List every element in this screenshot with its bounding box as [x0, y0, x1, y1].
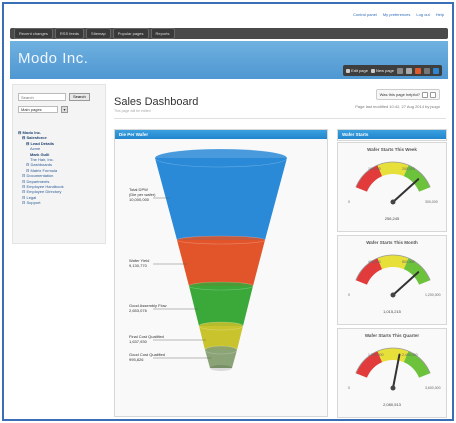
funnel-stage-label: Total DPW (Die per wafer) 10,000,000	[129, 187, 155, 202]
helpful-label: Was this page helpful?	[379, 92, 420, 97]
funnel-band-top	[188, 281, 254, 291]
thumbs-down-button[interactable]	[430, 91, 436, 98]
gauge-tick-label: 800,000	[402, 260, 415, 264]
logout-link[interactable]: Log out	[416, 12, 429, 17]
control-panel-link[interactable]: Control panel	[353, 12, 377, 17]
gauge-dial	[355, 161, 431, 216]
new-page-label: New page	[375, 68, 394, 73]
gauge-value: 2,080,513	[383, 402, 401, 407]
thumbs-up-button[interactable]	[422, 91, 428, 98]
funnel-stage-label: Wafer Yield 9,130,770	[129, 258, 149, 268]
funnel-stage[interactable]	[153, 345, 238, 371]
search-button[interactable]: Search	[69, 93, 90, 101]
gauge-value: 1,015,215	[383, 309, 401, 314]
new-page-button[interactable]: New page	[370, 68, 394, 73]
funnel-chart	[153, 148, 288, 371]
sidebar: Search Main pages ▾ ⊟ Modo Inc.⊟ Salesfo…	[12, 84, 106, 244]
funnel-stage-value: 9,130,770	[129, 263, 147, 268]
gauge-min-label: 0	[348, 200, 350, 204]
tag-icon[interactable]	[424, 67, 430, 74]
page-icon	[370, 68, 375, 73]
page-filter-select[interactable]: Main pages	[18, 106, 58, 113]
gauge-card: Wafer Starts This Month 0 400,000 800,000 1,…	[337, 235, 447, 325]
funnel-stage[interactable]	[153, 281, 254, 329]
edit-page-label: Edit page	[351, 68, 368, 73]
funnel-stage-label: Good Assembly Flow 2,653,076	[129, 303, 167, 313]
gauge-tick-label: 100,000	[368, 167, 381, 171]
search-input[interactable]	[18, 93, 66, 101]
last-modified: Page last modified 10:42, 27 Aug 2014 by…	[355, 104, 440, 109]
funnel-stage-value: 2,653,076	[129, 308, 147, 313]
nav-reports[interactable]: Reports	[150, 28, 175, 39]
gauge-tick-label: 2,400,000	[402, 353, 418, 357]
funnel-stage[interactable]	[153, 148, 288, 243]
preferences-link[interactable]: My preferences	[383, 12, 411, 17]
rss-icon[interactable]	[415, 67, 421, 74]
funnel-stage-label: Good Cost Qualified 995,826	[129, 352, 165, 362]
nav-sitemap[interactable]: Sitemap	[86, 28, 111, 39]
gauge-min-label: 0	[348, 293, 350, 297]
gauge-max-label: 3,600,000	[425, 386, 441, 390]
funnel-band	[177, 240, 265, 286]
gauge-tick-label: 200,000	[402, 167, 415, 171]
app-window: Control panel My preferences Log out Hel…	[2, 2, 454, 421]
funnel-panel-title: Die Per Wafer	[115, 130, 327, 139]
gauge-title: Wafer Starts This Quarter	[364, 333, 420, 338]
site-banner: Modo Inc. Edit page New page	[10, 41, 448, 79]
funnel-stage-value: 995,826	[129, 357, 144, 362]
help-link[interactable]: Help	[436, 12, 444, 17]
gauge-max-label: 1,200,000	[425, 293, 441, 297]
filter-dropdown-icon[interactable]: ▾	[61, 106, 68, 113]
funnel-band-top	[204, 345, 238, 355]
wafer-panel: Wafer Starts	[337, 129, 447, 141]
wafer-panel-title: Wafer Starts	[338, 130, 446, 139]
top-links: Control panel My preferences Log out Hel…	[353, 12, 444, 17]
funnel-stage[interactable]	[153, 235, 266, 289]
gauge-card: Wafer Starts This Week 0 100,000 200,000 300…	[337, 142, 447, 232]
gauge-tick-label: 400,000	[368, 260, 381, 264]
nav-rss-feeds[interactable]: RSS feeds	[54, 28, 85, 39]
gauge-title: Wafer Starts This Month	[366, 240, 418, 245]
gauge-min-label: 0	[348, 386, 350, 390]
gauge-hub	[390, 385, 396, 391]
page-toolbar: Edit page New page	[343, 65, 442, 76]
funnel-stage-value: 1,637,930	[129, 339, 147, 344]
funnel-band-top	[176, 235, 266, 245]
pencil-icon	[346, 68, 351, 73]
page-tree: ⊟ Modo Inc. ⊟ Salesforce ⊟ Lead Details Acm…	[18, 130, 64, 206]
nav-recent-changes[interactable]: Recent changes	[14, 28, 53, 39]
divider	[114, 118, 446, 119]
email-icon[interactable]	[397, 67, 403, 74]
gauge-dial	[355, 254, 431, 309]
gauge-card: Wafer Starts This Quarter 0 1,200,000 2,400…	[337, 328, 447, 418]
funnel-stage-value: 10,000,000	[129, 197, 150, 202]
funnel-band-edge	[210, 365, 232, 371]
funnel-band-top	[154, 148, 288, 168]
main-nav: Recent changes RSS feeds Sitemap Popular…	[10, 28, 448, 39]
gauge-tick-label: 1,200,000	[368, 353, 384, 357]
funnel-band	[189, 286, 253, 326]
helpful-widget: Was this page helpful?	[375, 89, 440, 100]
settings-icon[interactable]	[433, 67, 439, 74]
brand-logo[interactable]: Modo Inc.	[18, 50, 88, 67]
nav-popular-pages[interactable]: Popular pages	[112, 28, 149, 39]
gauge-title: Wafer Starts This Week	[367, 147, 417, 152]
funnel-stage-label: Final Cost Qualified 1,637,930	[129, 334, 164, 344]
print-icon[interactable]	[406, 67, 412, 74]
gauge-max-label: 300,000	[425, 200, 438, 204]
gauge-value: 256,245	[384, 216, 400, 221]
funnel-panel: Die Per Wafer Total DPW (Die per wafer) 10…	[114, 129, 328, 417]
edit-page-button[interactable]: Edit page	[346, 68, 368, 73]
gauge-dial	[355, 347, 431, 402]
page-subtitle: This page will be edited	[114, 109, 151, 113]
page-title: Sales Dashboard	[114, 96, 199, 108]
funnel-band-top	[198, 321, 244, 331]
tree-item[interactable]: ⊟ Support	[18, 200, 64, 205]
gauge-hub	[390, 292, 396, 298]
funnel-band	[155, 158, 287, 240]
gauge-hub	[390, 199, 396, 205]
